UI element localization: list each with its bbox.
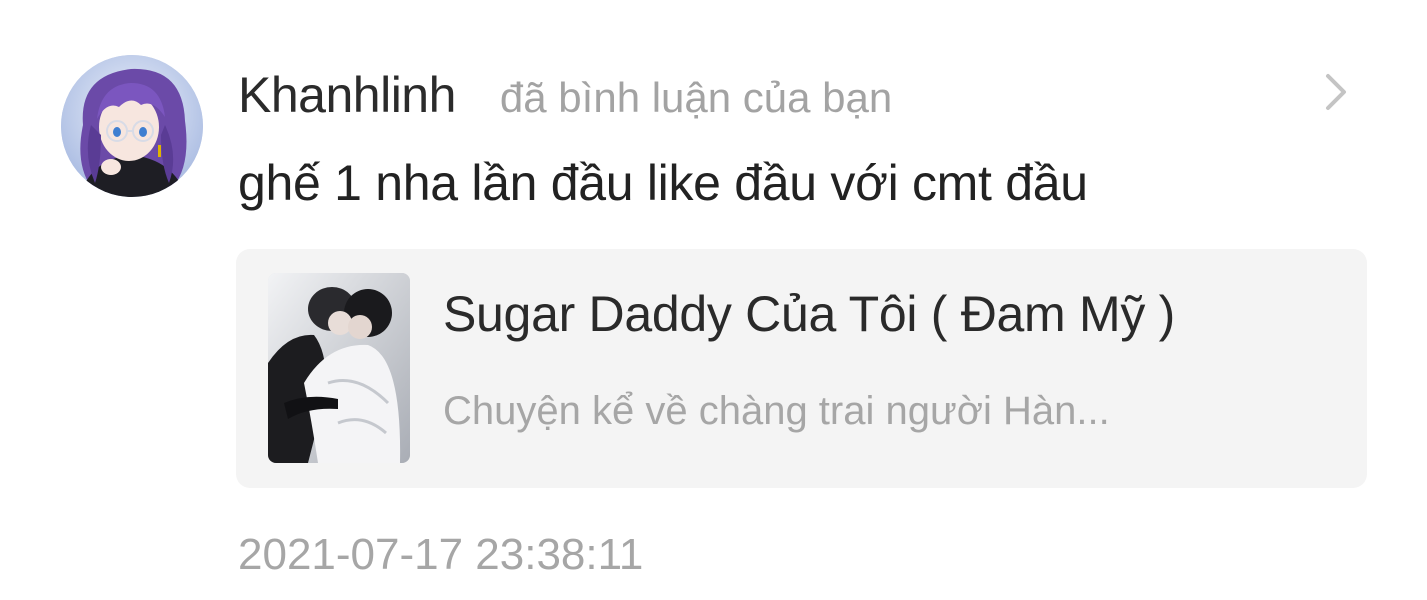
notification-header: Khanhlinh đã bình luận của bạn	[238, 66, 892, 126]
story-title: Sugar Daddy Của Tôi ( Đam Mỹ )	[443, 286, 1175, 342]
action-text: đã bình luận của bạn	[499, 74, 893, 121]
timestamp: 2021-07-17 23:38:11	[238, 530, 644, 579]
comment-text: ghế 1 nha lần đầu like đầu với cmt đầu	[238, 155, 1088, 211]
chevron-right-icon[interactable]	[1318, 68, 1354, 116]
story-card[interactable]: Sugar Daddy Của Tôi ( Đam Mỹ ) Chuyện kể…	[236, 249, 1367, 488]
anime-girl-avatar-icon	[61, 55, 203, 197]
story-description: Chuyện kể về chàng trai người Hàn...	[443, 389, 1110, 433]
username[interactable]: Khanhlinh	[238, 66, 456, 124]
story-cover-image	[268, 273, 410, 463]
comment-notification: Khanhlinh đã bình luận của bạn ghế 1 nha…	[0, 0, 1427, 600]
user-avatar[interactable]	[61, 55, 203, 197]
